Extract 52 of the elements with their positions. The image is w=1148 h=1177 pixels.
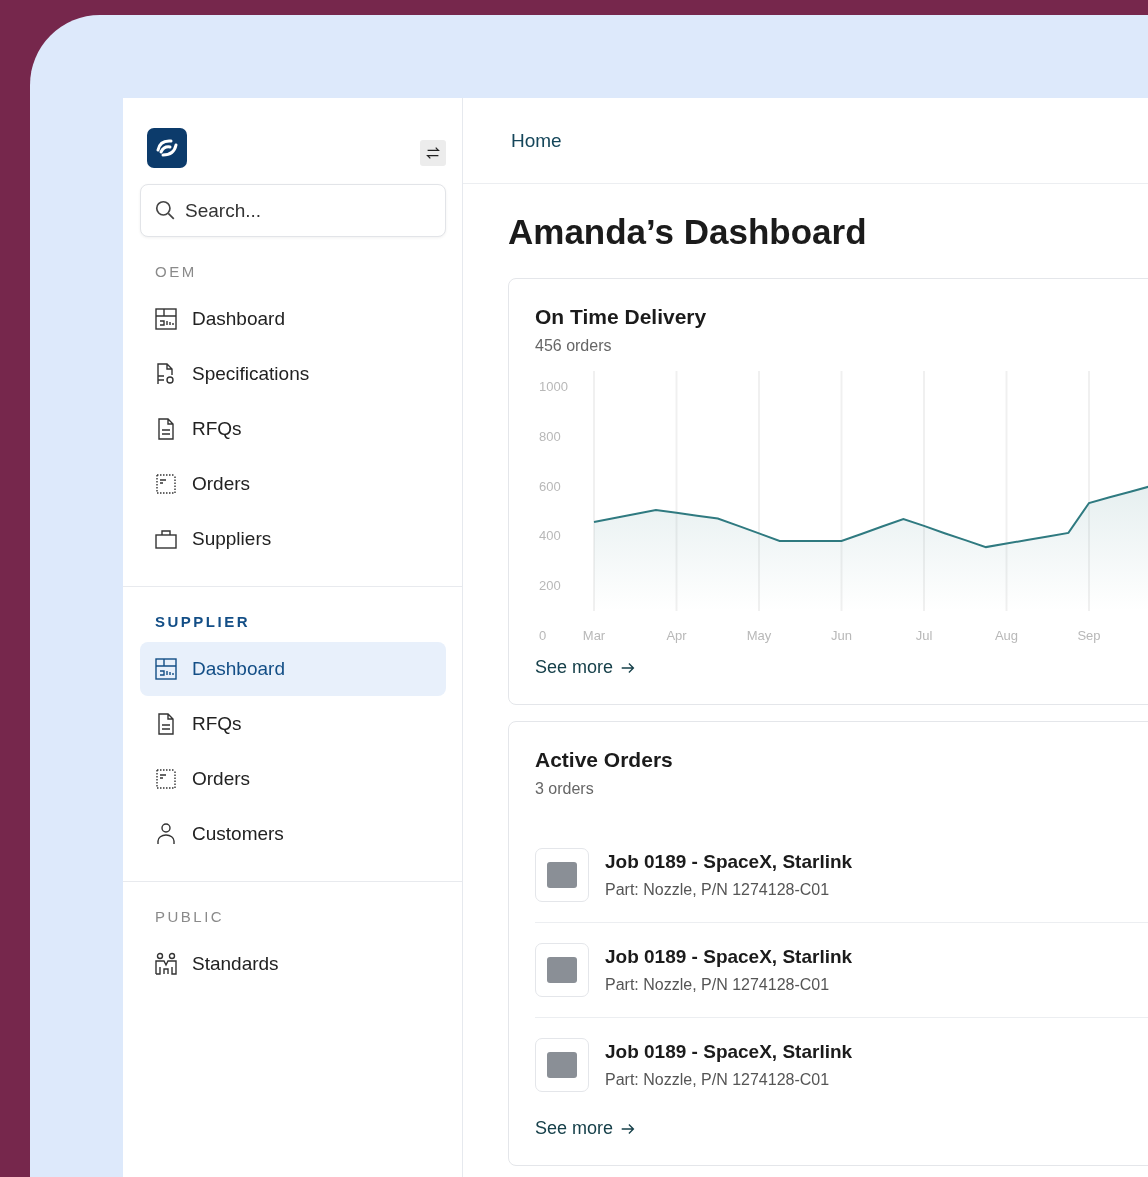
photo-placeholder — [535, 1038, 589, 1092]
x-axis-label: May — [746, 628, 772, 643]
card-title: Active Orders — [535, 748, 674, 772]
section-heading: OEM — [154, 263, 198, 280]
x-axis-label: Apr — [666, 628, 687, 643]
see-more-link[interactable]: See more — [535, 657, 638, 678]
x-axis-label: Aug — [994, 628, 1019, 643]
nav-item[interactable]: Dashboard — [140, 292, 446, 346]
card-subtitle: 456 orders — [535, 337, 613, 355]
y-axis-label: 800 — [539, 428, 561, 444]
nav-item[interactable]: Dashboard — [140, 642, 446, 696]
order-title[interactable]: Job 0189 - SpaceX, Starlink — [605, 1041, 853, 1063]
nav-item[interactable]: Specifications — [140, 347, 446, 401]
card-title: On Time Delivery — [535, 305, 708, 329]
order-title[interactable]: Job 0189 - SpaceX, Starlink — [605, 851, 853, 873]
nav-item[interactable]: RFQs — [140, 402, 446, 456]
y-axis-label: 0 — [539, 628, 547, 643]
card-subtitle: 3 orders — [535, 780, 595, 798]
nav-item[interactable]: Orders — [140, 752, 446, 806]
nav-item[interactable]: Customers — [140, 807, 446, 861]
y-axis-label: 200 — [539, 578, 561, 594]
search-field[interactable]: Search... — [140, 184, 446, 237]
swap-icon — [424, 144, 442, 162]
briefcase-icon — [154, 527, 178, 551]
order-part: Part: Nozzle, P/N 1274128-C01 — [605, 1071, 831, 1089]
x-axis-label: Jul — [915, 628, 933, 643]
nav-item[interactable]: Suppliers — [140, 512, 446, 566]
y-axis-label: 400 — [539, 528, 561, 544]
section-heading: PUBLIC — [154, 908, 226, 925]
nav-item[interactable]: RFQs — [140, 697, 446, 751]
nav-item[interactable]: Orders — [140, 457, 446, 511]
person-icon — [154, 822, 178, 846]
logo-icon — [147, 128, 187, 168]
photo-placeholder — [535, 943, 589, 997]
x-axis-label: Mar — [582, 628, 606, 643]
page-title: Amanda’s Dashboard — [508, 212, 868, 252]
see-more-link[interactable]: See more — [535, 1118, 638, 1139]
dashboard-icon — [154, 657, 178, 681]
people-icon — [154, 952, 178, 976]
y-axis-label: 1000 — [539, 379, 568, 394]
order-title[interactable]: Job 0189 - SpaceX, Starlink — [605, 946, 853, 968]
photo-placeholder — [535, 848, 589, 902]
dashboard-icon — [154, 307, 178, 331]
y-axis-label: 600 — [539, 478, 561, 494]
x-axis-label: Jun — [831, 628, 852, 643]
swap-button[interactable] — [420, 140, 446, 166]
order-part: Part: Nozzle, P/N 1274128-C01 — [605, 881, 831, 899]
order-part: Part: Nozzle, P/N 1274128-C01 — [605, 976, 831, 994]
x-axis-label: Sep — [1077, 628, 1101, 643]
breadcrumb-link[interactable]: Home — [511, 129, 562, 152]
nav-item[interactable]: Standards — [140, 937, 446, 991]
section-heading: SUPPLIER — [154, 613, 251, 630]
